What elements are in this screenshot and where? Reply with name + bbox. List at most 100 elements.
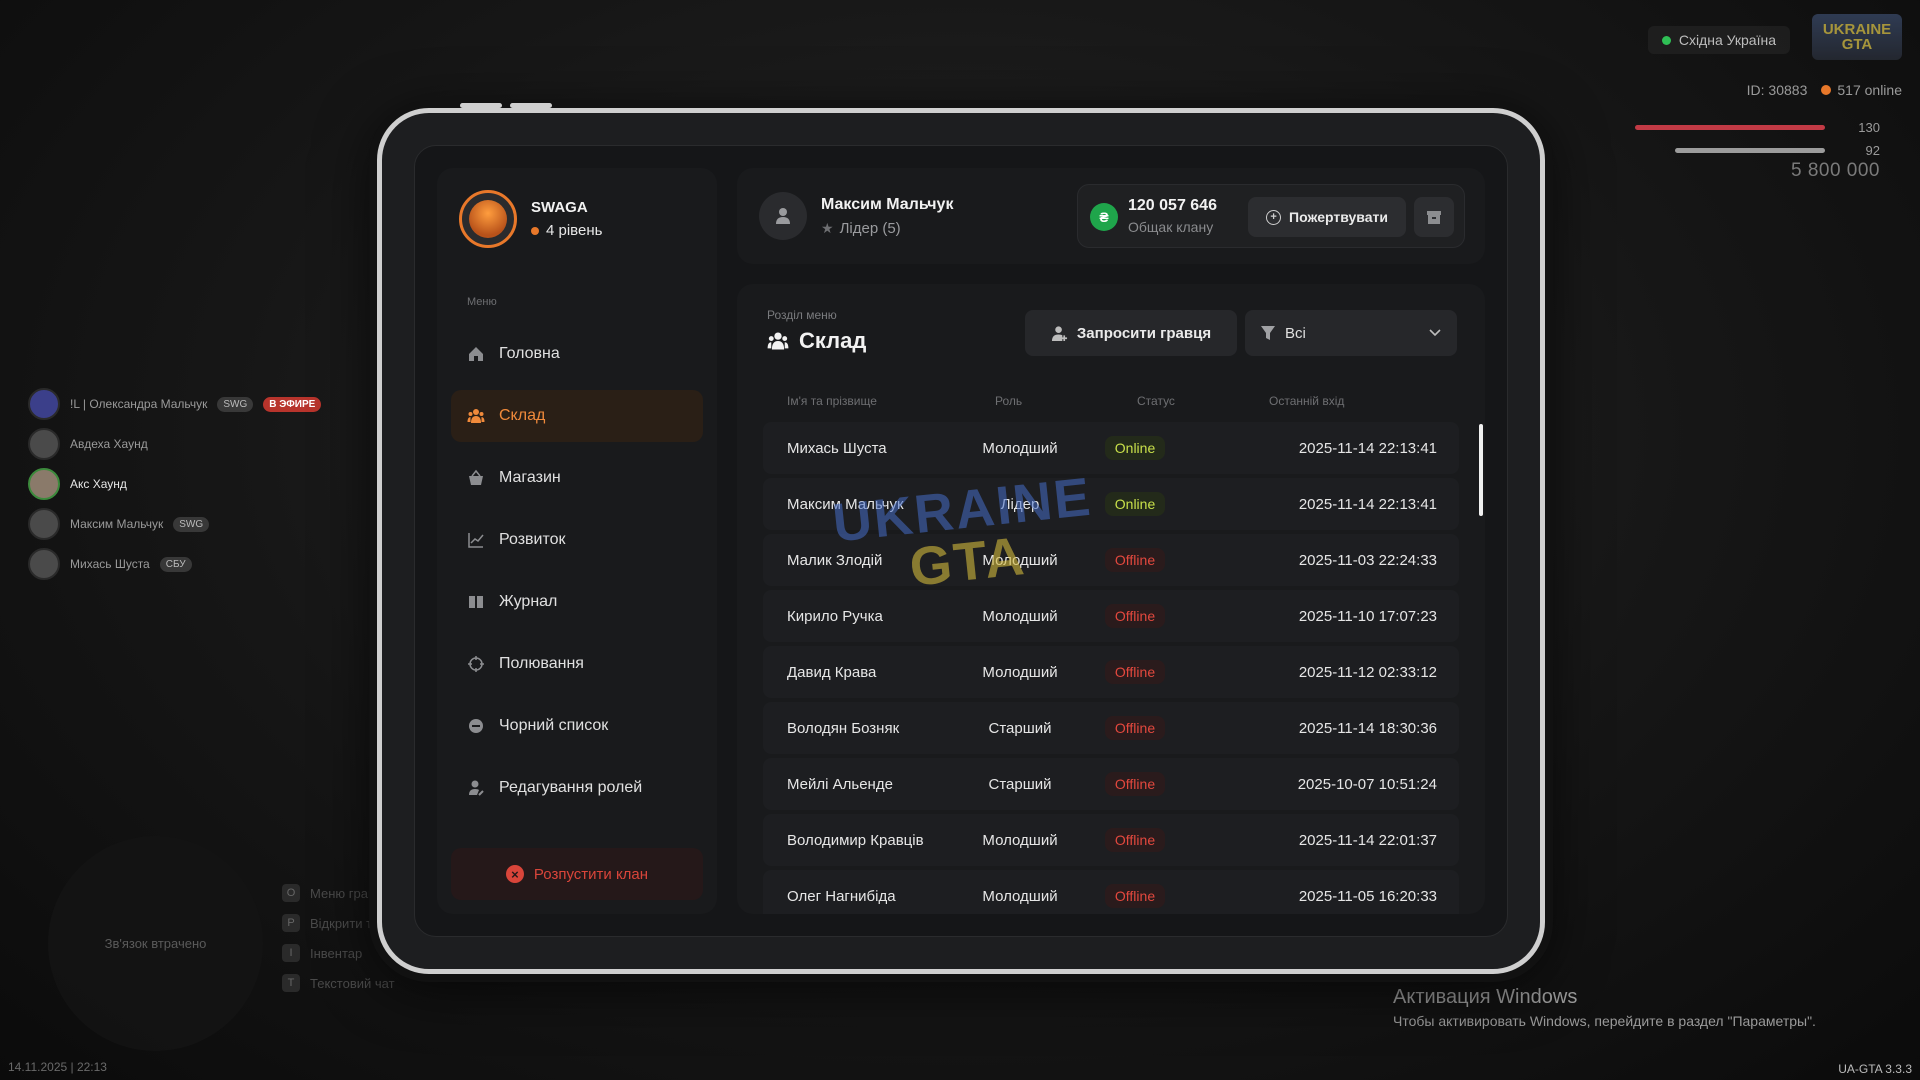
status-badge: Offline xyxy=(1104,548,1166,572)
member-name: Давид Крава xyxy=(787,663,877,681)
member-role: Молодший xyxy=(982,551,1058,569)
sidebar-item-development[interactable]: Розвиток xyxy=(451,514,703,566)
avatar xyxy=(28,388,60,420)
user-icon xyxy=(776,208,790,224)
member-role: Молодший xyxy=(982,887,1058,905)
voice-item: Акс Хаунд xyxy=(28,468,321,500)
member-last-login: 2025-10-07 10:51:24 xyxy=(1297,775,1437,793)
book-icon xyxy=(467,593,485,611)
member-status-cell: Offline xyxy=(1099,870,1171,914)
member-role: Молодший xyxy=(982,831,1058,849)
column-header-role: Роль xyxy=(995,394,1023,408)
table-scrollbar[interactable] xyxy=(1479,424,1483,516)
voice-name: Максим Мальчук xyxy=(70,517,164,531)
chart-icon xyxy=(467,531,485,549)
windows-activation-notice: Активация Windows Чтобы активировать Win… xyxy=(1393,986,1816,1029)
player-info: ID: 30883 517 online xyxy=(1747,82,1902,98)
sidebar-item-blacklist[interactable]: Чорний список xyxy=(451,700,703,752)
avatar xyxy=(28,508,60,540)
hryvnia-coin-icon: ₴ xyxy=(1090,203,1118,231)
sidebar-item-hunting[interactable]: Полювання xyxy=(451,638,703,690)
member-status-cell: Offline xyxy=(1099,702,1171,754)
member-last-login: 2025-11-12 02:33:12 xyxy=(1298,663,1437,681)
game-version: UA-GTA 3.3.3 xyxy=(1838,1062,1912,1076)
sidebar: SWAGA 4 рівень Меню Головна Склад Магази… xyxy=(437,168,717,914)
member-status-cell: Offline xyxy=(1099,534,1171,586)
table-row[interactable]: Кирило Ручка Молодший Offline 2025-11-10… xyxy=(763,590,1459,642)
member-role: Старший xyxy=(988,775,1052,793)
sidebar-item-home[interactable]: Головна xyxy=(451,328,703,380)
table-row[interactable]: Давид Крава Молодший Offline 2025-11-12 … xyxy=(763,646,1459,698)
status-filter-select[interactable]: Всі xyxy=(1245,310,1457,356)
member-name: Олег Нагнибіда xyxy=(787,887,896,905)
voice-chat-list: !L | Олександра Мальчук SWG В ЭФИРЕ Авде… xyxy=(28,388,322,580)
filter-value: Всі xyxy=(1285,324,1306,342)
health-value: 130 xyxy=(1858,120,1880,135)
box-icon xyxy=(1427,211,1441,224)
clan-logo xyxy=(459,190,517,248)
sidebar-item-members[interactable]: Склад xyxy=(451,390,703,442)
member-name: Кирило Ручка xyxy=(787,607,883,625)
table-row[interactable]: Олег Нагнибіда Молодший Offline 2025-11-… xyxy=(763,870,1459,914)
table-row[interactable]: Максим Мальчук Лідер Online 2025-11-14 2… xyxy=(763,478,1459,530)
page-title: Склад xyxy=(767,328,866,354)
block-icon xyxy=(467,717,485,735)
members-panel: Розділ меню Склад Запросити гравця Всі І… xyxy=(737,284,1485,914)
member-last-login: 2025-11-14 18:30:36 xyxy=(1298,719,1437,737)
sidebar-item-label: Полювання xyxy=(499,655,584,672)
member-name: Володимир Кравців xyxy=(787,831,924,849)
avatar xyxy=(28,428,60,460)
column-header-name: Ім'я та прізвище xyxy=(787,394,877,408)
table-row[interactable]: Малик Злодій Молодший Offline 2025-11-03… xyxy=(763,534,1459,586)
top-bar: Максим Мальчук ★ Лідер (5) ₴ 120 057 646… xyxy=(737,168,1485,264)
armor-bar xyxy=(1675,148,1825,153)
treasury-amount: 120 057 646 xyxy=(1128,197,1217,214)
voice-name: Акс Хаунд xyxy=(70,477,127,491)
member-role: Молодший xyxy=(982,663,1058,681)
status-badge: Online xyxy=(1104,492,1166,516)
invite-player-button[interactable]: Запросити гравця xyxy=(1025,310,1237,356)
member-status-cell: Offline xyxy=(1099,646,1171,698)
region-label: Східна Україна xyxy=(1678,32,1776,48)
player-id: ID: 30883 xyxy=(1746,82,1808,98)
table-row[interactable]: Володимир Кравців Молодший Offline 2025-… xyxy=(763,814,1459,866)
status-badge: Offline xyxy=(1104,604,1166,628)
page-title-text: Склад xyxy=(799,328,867,353)
voice-item: Михась Шуста СБУ xyxy=(28,548,321,580)
table-row[interactable]: Михась Шуста Молодший Online 2025-11-14 … xyxy=(763,422,1459,474)
voice-item: Максим Мальчук SWG xyxy=(28,508,321,540)
basket-icon xyxy=(467,469,485,487)
status-badge: Offline xyxy=(1104,828,1166,852)
member-status-cell: Online xyxy=(1099,422,1171,474)
armor-value: 92 xyxy=(1865,143,1880,158)
status-badge: Offline xyxy=(1104,716,1166,740)
hint-label: Текстовий чат xyxy=(310,975,395,991)
activation-title: Активация Windows xyxy=(1393,986,1578,1008)
status-badge: Offline xyxy=(1104,660,1166,684)
donate-button[interactable]: + Пожертвувати xyxy=(1248,197,1406,237)
online-count: 517 online xyxy=(1837,82,1902,98)
activation-subtitle: Чтобы активировать Windows, перейдите в … xyxy=(1393,1013,1816,1029)
members-icon xyxy=(767,332,789,350)
hint-key: P xyxy=(282,914,300,932)
avatar xyxy=(28,468,60,500)
home-icon xyxy=(467,345,485,363)
sidebar-item-journal[interactable]: Журнал xyxy=(451,576,703,628)
table-row[interactable]: Мейлі Альенде Старший Offline 2025-10-07… xyxy=(763,758,1459,810)
member-last-login: 2025-11-10 17:07:23 xyxy=(1298,607,1437,625)
clan-tag: SWG xyxy=(217,396,254,412)
voice-name: Авдеха Хаунд xyxy=(70,437,148,451)
hint-key: O xyxy=(282,884,300,902)
sidebar-item-shop[interactable]: Магазин xyxy=(451,452,703,504)
table-row[interactable]: Володян Бозняк Старший Offline 2025-11-1… xyxy=(763,702,1459,754)
storage-button[interactable] xyxy=(1414,197,1454,237)
tablet-frame: SWAGA 4 рівень Меню Головна Склад Магази… xyxy=(377,103,1545,974)
member-last-login: 2025-11-14 22:01:37 xyxy=(1298,831,1437,849)
disband-clan-button[interactable]: × Розпустити клан xyxy=(451,848,703,900)
donate-label: Пожертвувати xyxy=(1289,209,1388,225)
clan-info: SWAGA 4 рівень xyxy=(531,199,602,239)
member-role: Лідер xyxy=(1000,495,1040,513)
members-icon xyxy=(467,407,485,425)
sidebar-item-roles[interactable]: Редагування ролей xyxy=(451,762,703,814)
clan-name: SWAGA xyxy=(531,199,588,216)
